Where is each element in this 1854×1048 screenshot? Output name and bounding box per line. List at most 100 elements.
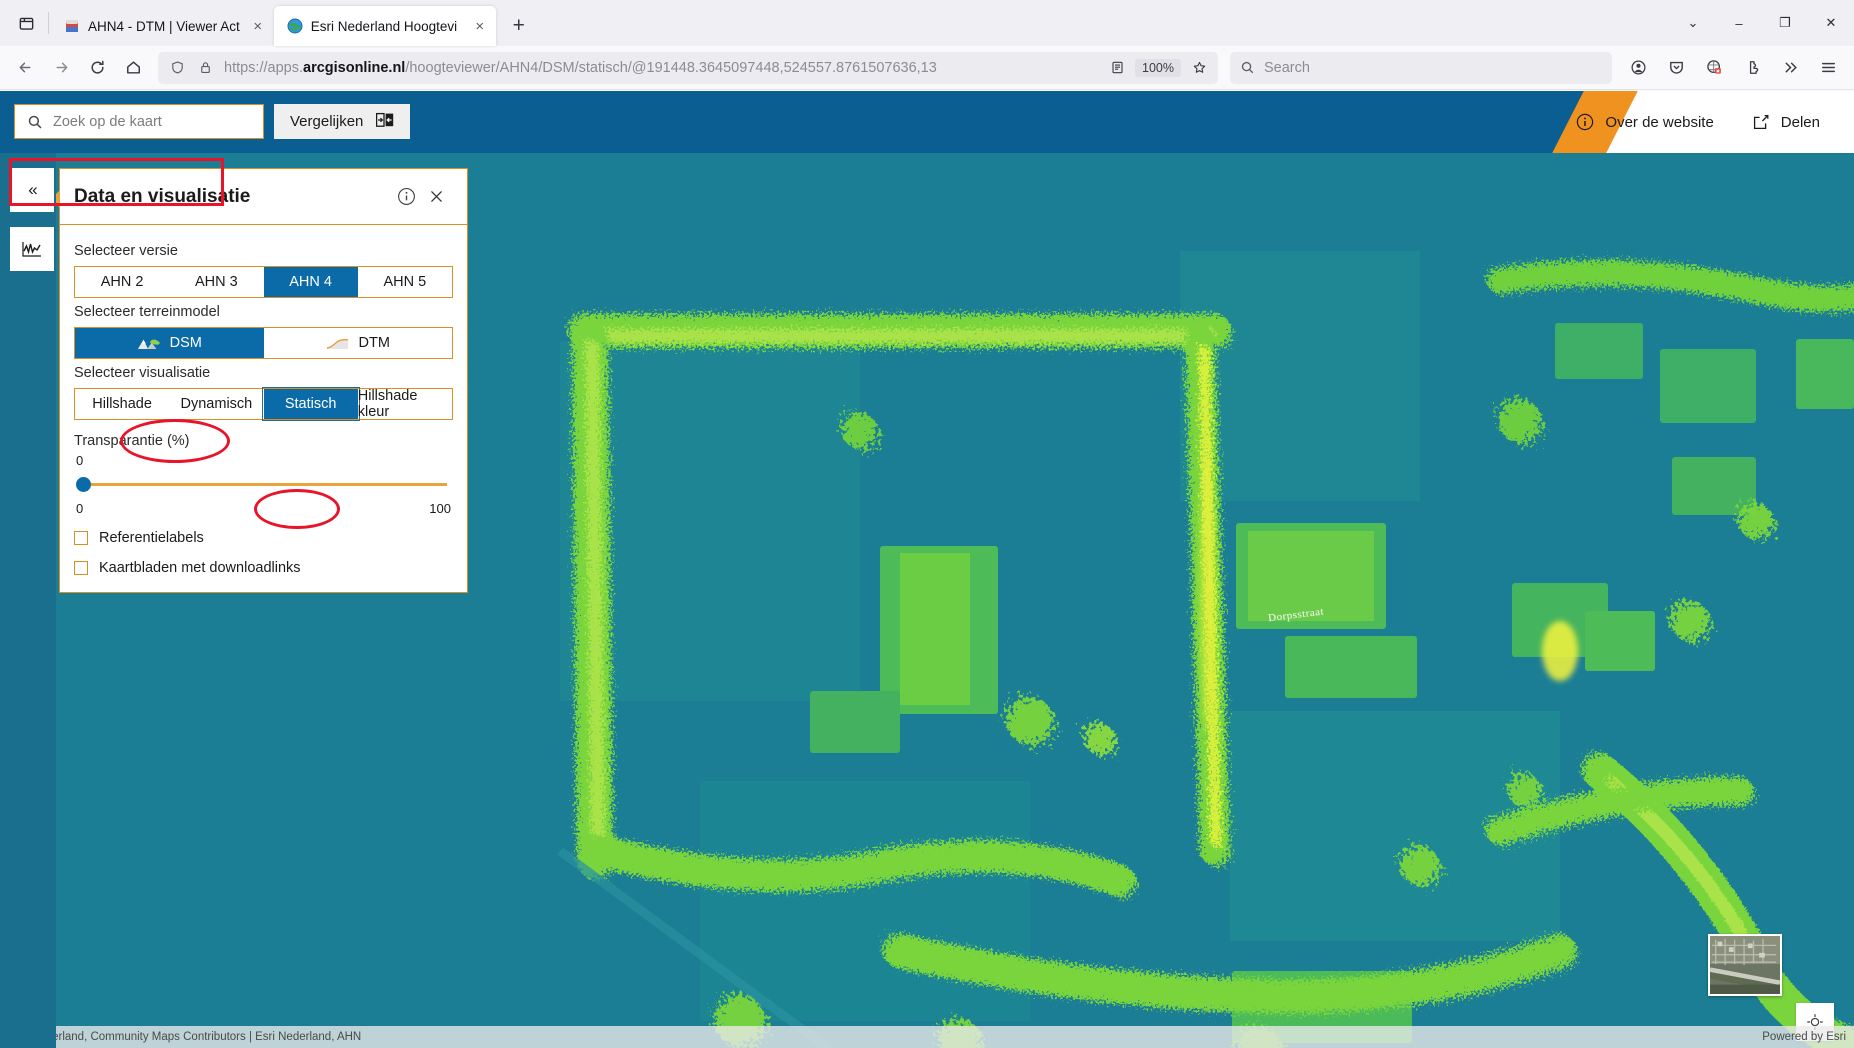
close-window-button[interactable]: ✕ — [1808, 3, 1854, 43]
shield-icon[interactable] — [164, 60, 190, 75]
share-link[interactable]: Delen — [1752, 113, 1820, 131]
app-menu-icon[interactable] — [1810, 52, 1846, 84]
maximize-button[interactable]: ❐ — [1762, 3, 1808, 43]
info-circle-icon[interactable] — [391, 182, 421, 212]
globe-icon — [287, 18, 303, 34]
version-segmented-control: AHN 2 AHN 3 AHN 4 AHN 5 — [74, 266, 453, 298]
url-text[interactable]: https://apps.arcgisonline.nl/hoogteviewe… — [220, 60, 1102, 76]
share-icon — [1753, 114, 1769, 130]
slider-max: 100 — [429, 501, 451, 516]
visualisation-segmented-control: Hillshade Dynamisch Statisch Hillshade k… — [74, 387, 453, 421]
navigation-toolbar: https://apps.arcgisonline.nl/hoogteviewe… — [0, 46, 1854, 90]
about-website-label: Over de website — [1605, 113, 1714, 131]
extension-shield-icon[interactable] — [1696, 52, 1732, 84]
window-controls: ⌄ – ❐ ✕ — [1670, 0, 1854, 46]
basemap-toggle[interactable] — [1708, 934, 1782, 996]
terrain-segmented-control: DSM DTM — [74, 327, 453, 359]
profile-chart-button[interactable] — [10, 227, 54, 271]
visualisation-option-dynamisch[interactable]: Dynamisch — [169, 389, 263, 419]
version-option-ahn2[interactable]: AHN 2 — [75, 267, 169, 297]
search-icon — [1241, 61, 1254, 74]
browser-search-bar[interactable]: Search — [1230, 51, 1612, 84]
version-option-ahn4[interactable]: AHN 4 — [263, 267, 358, 297]
reader-icon[interactable] — [1104, 60, 1130, 75]
tab-close-icon[interactable]: × — [470, 16, 490, 36]
terrain-option-dtm-label: DTM — [358, 335, 390, 351]
checkbox-label: Referentielabels — [99, 530, 204, 546]
slider-min: 0 — [76, 501, 84, 516]
list-all-tabs-button[interactable] — [6, 3, 46, 43]
terrain-option-dsm-label: DSM — [169, 335, 202, 351]
chart-icon — [22, 242, 41, 257]
transparency-value: 0 — [76, 453, 84, 468]
page-icon — [64, 18, 80, 34]
version-label: Selecteer versie — [74, 243, 178, 259]
version-option-ahn3[interactable]: AHN 3 — [169, 267, 263, 297]
minimize-button[interactable]: – — [1716, 3, 1762, 43]
save-to-pocket-icon[interactable] — [1658, 52, 1694, 84]
bookmark-star-icon[interactable] — [1186, 60, 1212, 75]
tab-overflow-chevron-icon[interactable]: ⌄ — [1670, 3, 1716, 43]
tab-title: AHN4 - DTM | Viewer Act — [88, 18, 240, 34]
tab-strip: AHN4 - DTM | Viewer Act × Esri Nederland… — [0, 0, 1854, 46]
account-icon[interactable] — [1620, 52, 1656, 84]
new-tab-button[interactable]: + — [502, 9, 536, 43]
info-icon — [1577, 113, 1594, 131]
version-option-ahn5[interactable]: AHN 5 — [358, 267, 452, 297]
url-bar-actions: 100% — [1104, 58, 1212, 77]
dsm-icon — [137, 337, 161, 350]
slider-range-labels: 0 100 — [76, 501, 451, 516]
terrain-option-dtm[interactable]: DTM — [264, 328, 453, 358]
checkbox-label: Kaartbladen met downloadlinks — [99, 560, 301, 576]
visualisation-label: Selecteer visualisatie — [74, 365, 211, 381]
transparency-slider[interactable] — [76, 474, 451, 496]
browser-tab-2[interactable]: Esri Nederland Hoogtevi × — [273, 6, 496, 46]
extensions-icon[interactable] — [1734, 52, 1770, 84]
slider-track — [82, 483, 447, 486]
tab-title: Esri Nederland Hoogtevi — [310, 18, 458, 34]
data-visualisation-panel: Data en visualisatie Selecteer versie AH… — [51, 168, 468, 593]
tab-close-icon[interactable]: × — [248, 16, 268, 36]
hoogteviewer-app: Dorpsstraat Zoek op de kaart Vergelijken — [0, 91, 1854, 1048]
map-search-placeholder: Zoek op de kaart — [53, 113, 162, 130]
browser-search-placeholder: Search — [1264, 59, 1310, 76]
header-links: Over de website Delen — [1576, 91, 1854, 153]
compare-label: Vergelijken — [290, 113, 364, 130]
reload-icon[interactable] — [80, 52, 114, 84]
home-icon[interactable] — [116, 52, 150, 84]
slider-thumb[interactable] — [76, 477, 91, 492]
visualisation-option-hillshade[interactable]: Hillshade — [75, 389, 169, 419]
panel-body: Selecteer versie AHN 2 AHN 3 AHN 4 AHN 5… — [60, 225, 467, 592]
panel-header: Data en visualisatie — [60, 169, 467, 225]
dtm-icon — [326, 337, 350, 350]
close-icon[interactable] — [421, 182, 451, 212]
about-website-link[interactable]: Over de website — [1576, 113, 1714, 131]
back-icon[interactable] — [8, 52, 42, 84]
visualisation-option-hillshade-kleur[interactable]: Hillshade kleur — [358, 388, 452, 420]
checkbox-box[interactable] — [74, 561, 88, 575]
url-bar[interactable]: https://apps.arcgisonline.nl/hoogteviewe… — [158, 51, 1218, 84]
attribution-powered-by: Powered by Esri — [1762, 1031, 1846, 1043]
visualisation-option-statisch[interactable]: Statisch — [261, 387, 360, 421]
toolbar-icons — [1620, 52, 1846, 84]
map-search-input[interactable]: Zoek op de kaart — [14, 104, 264, 139]
overflow-icon[interactable] — [1772, 52, 1808, 84]
checkbox-referentielabels[interactable]: Referentielabels — [74, 530, 453, 546]
panel-title: Data en visualisatie — [74, 185, 251, 207]
double-chevron-left-icon: « — [28, 180, 38, 199]
terrain-option-dsm[interactable]: DSM — [75, 328, 264, 358]
compare-icon — [376, 112, 394, 132]
checkbox-box[interactable] — [74, 531, 88, 545]
basemap-thumbnail — [1710, 936, 1780, 994]
forward-icon[interactable] — [44, 52, 78, 84]
collapse-panel-button[interactable]: « — [10, 168, 54, 212]
browser-window: AHN4 - DTM | Viewer Act × Esri Nederland… — [0, 0, 1854, 1048]
tab-divider — [48, 12, 49, 34]
browser-tab-1[interactable]: AHN4 - DTM | Viewer Act × — [51, 6, 274, 46]
compare-button[interactable]: Vergelijken — [274, 104, 411, 139]
left-rail: « — [0, 153, 56, 1048]
zoom-level-indicator[interactable]: 100% — [1135, 58, 1181, 77]
lock-icon[interactable] — [192, 60, 218, 75]
checkbox-kaartbladen[interactable]: Kaartbladen met downloadlinks — [74, 560, 453, 576]
transparency-label: Transparantie (%) — [74, 433, 190, 449]
